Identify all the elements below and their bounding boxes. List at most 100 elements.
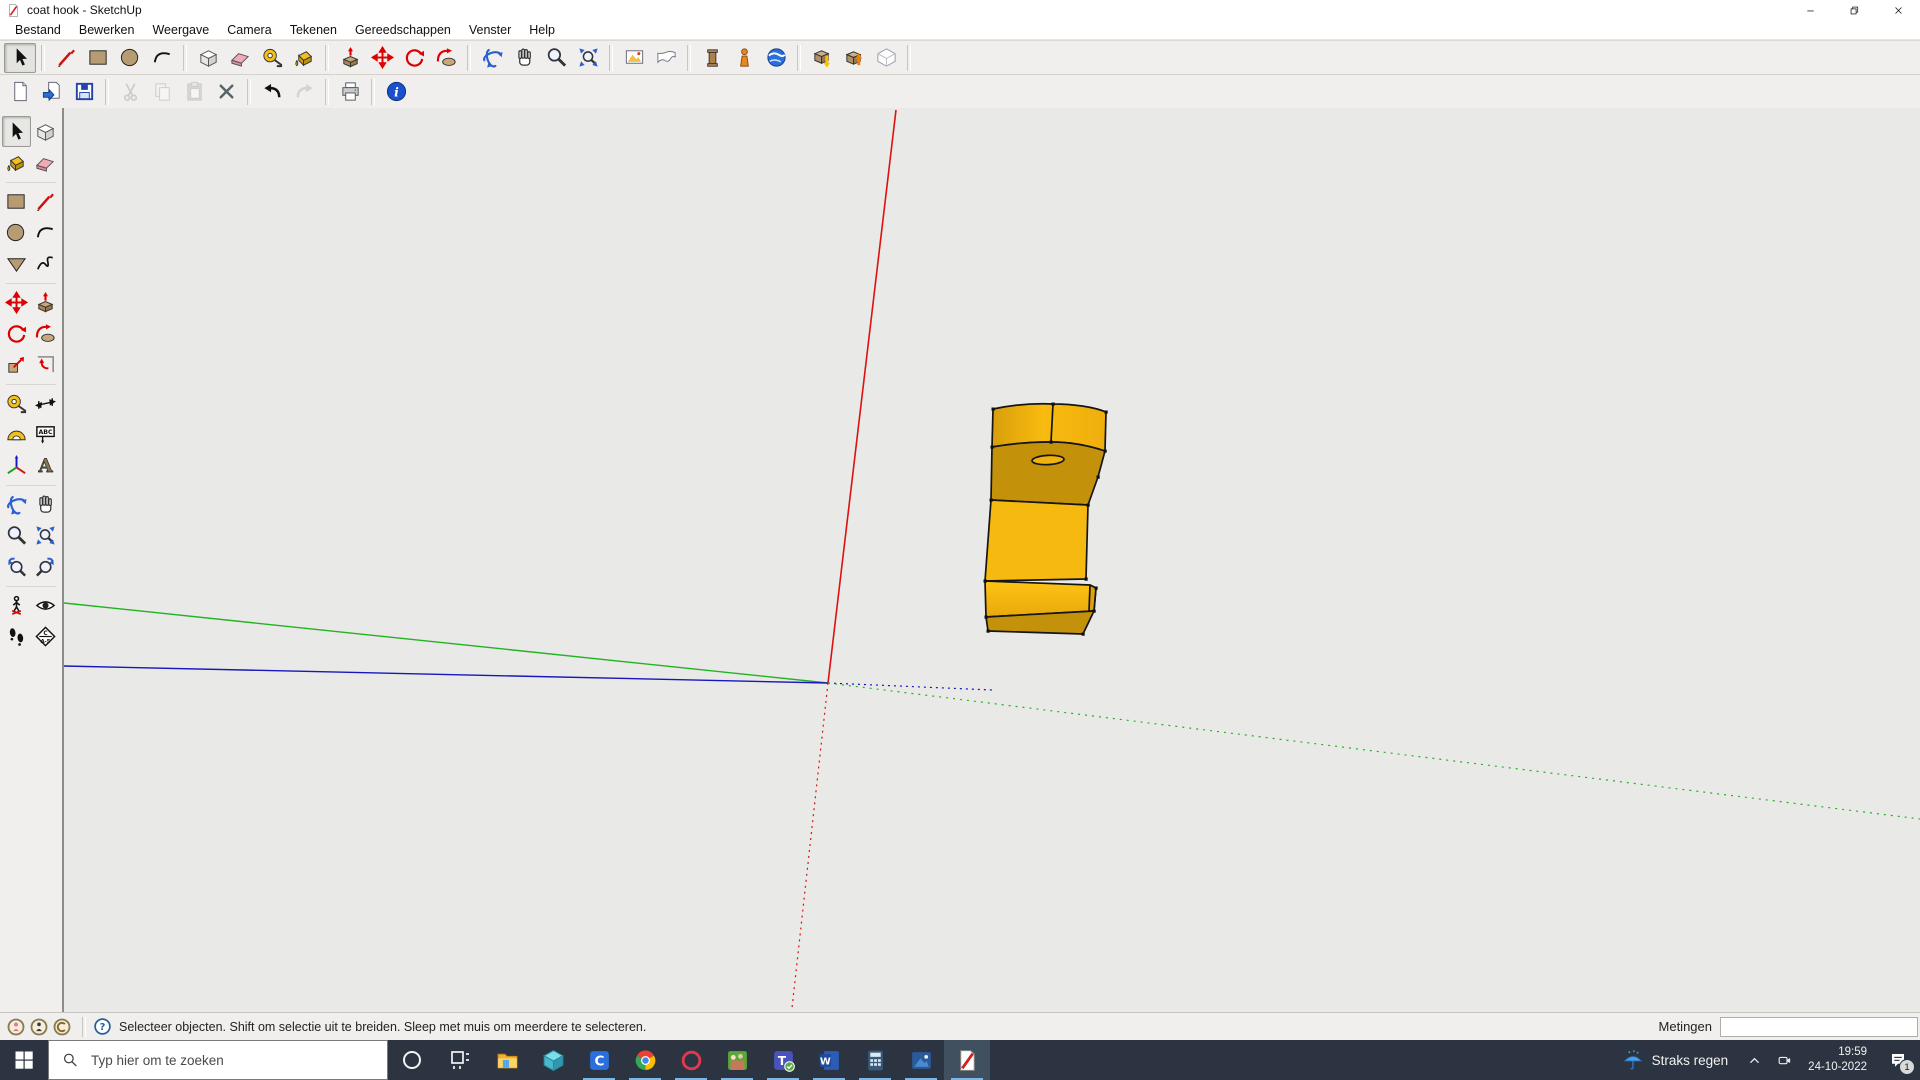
google-earth-button[interactable] <box>760 43 792 73</box>
close-button[interactable] <box>1876 0 1920 20</box>
rotate-tool-button[interactable] <box>2 318 31 349</box>
scale-tool-button[interactable] <box>2 349 31 380</box>
taskbar-app-sims[interactable] <box>714 1040 760 1080</box>
line-button[interactable] <box>50 43 82 73</box>
next-view-tool-button[interactable] <box>31 551 60 582</box>
zoom-button[interactable] <box>540 43 572 73</box>
paste-button[interactable] <box>178 77 210 107</box>
task-view-button[interactable] <box>436 1040 484 1080</box>
follow-me-button[interactable] <box>430 43 462 73</box>
menu-weergave[interactable]: Weergave <box>143 23 218 37</box>
help-icon[interactable] <box>93 1017 112 1036</box>
dimension-tool-button[interactable] <box>31 388 60 419</box>
zoom-extents-tool-button[interactable] <box>31 520 60 551</box>
tape-measure-tool-button[interactable] <box>2 388 31 419</box>
copy-button[interactable] <box>146 77 178 107</box>
restore-button[interactable] <box>1832 0 1876 20</box>
text-tool-button[interactable] <box>31 419 60 450</box>
position-camera-tool-button[interactable] <box>2 590 31 621</box>
model-coat-hook[interactable] <box>984 403 1108 636</box>
move-button[interactable] <box>366 43 398 73</box>
action-center-button[interactable]: 1 <box>1876 1040 1920 1080</box>
drawing-canvas[interactable] <box>64 108 1920 1012</box>
measurements-input[interactable] <box>1720 1017 1918 1037</box>
print-button[interactable] <box>334 77 366 107</box>
make-component-button[interactable] <box>192 43 224 73</box>
polygon-tool-button[interactable] <box>2 248 31 279</box>
model-person-button[interactable] <box>728 43 760 73</box>
credits-button[interactable] <box>52 1017 72 1037</box>
select-button[interactable] <box>4 43 36 73</box>
search-input[interactable] <box>89 1052 383 1069</box>
taskbar-clock[interactable]: 19:59 24-10-2022 <box>1799 1040 1876 1080</box>
delete-button[interactable] <box>210 77 242 107</box>
menu-help[interactable]: Help <box>520 23 564 37</box>
taskbar-app-chrome[interactable] <box>622 1040 668 1080</box>
look-around-tool-button[interactable] <box>31 590 60 621</box>
walk-tool-button[interactable] <box>2 621 31 652</box>
start-button[interactable] <box>0 1040 48 1080</box>
orbit-tool-button[interactable] <box>2 489 31 520</box>
open-document-button[interactable] <box>36 77 68 107</box>
pan-tool-button[interactable] <box>31 489 60 520</box>
add-location-button[interactable] <box>618 43 650 73</box>
taskbar-app-teams[interactable] <box>760 1040 806 1080</box>
undo-button[interactable] <box>256 77 288 107</box>
eraser-button[interactable] <box>224 43 256 73</box>
zoom-tool-button[interactable] <box>2 520 31 551</box>
share-models-button[interactable] <box>838 43 870 73</box>
menu-bestand[interactable]: Bestand <box>6 23 70 37</box>
circle-button[interactable] <box>114 43 146 73</box>
taskbar-app-opera-gx[interactable] <box>668 1040 714 1080</box>
model-info-button[interactable] <box>380 77 412 107</box>
section-plane-tool-button[interactable] <box>31 621 60 652</box>
freehand-tool-button[interactable] <box>31 248 60 279</box>
taskbar-app-word[interactable] <box>806 1040 852 1080</box>
menu-camera[interactable]: Camera <box>218 23 280 37</box>
taskbar-app-cube-app[interactable] <box>530 1040 576 1080</box>
geo-location-button[interactable] <box>6 1017 26 1037</box>
toggle-terrain-button[interactable] <box>650 43 682 73</box>
get-models-button[interactable] <box>806 43 838 73</box>
arc-button[interactable] <box>146 43 178 73</box>
taskbar-search[interactable] <box>48 1040 388 1080</box>
save-button[interactable] <box>68 77 100 107</box>
new-document-button[interactable] <box>4 77 36 107</box>
taskbar-app-sketchup[interactable] <box>944 1040 990 1080</box>
taskbar-app-c-app[interactable] <box>576 1040 622 1080</box>
taskbar-app-file-explorer[interactable] <box>484 1040 530 1080</box>
follow-me-tool-button[interactable] <box>31 318 60 349</box>
menu-tekenen[interactable]: Tekenen <box>281 23 346 37</box>
weather-widget[interactable]: Straks regen <box>1611 1040 1740 1080</box>
3d-text-tool-button[interactable] <box>31 450 60 481</box>
redo-button[interactable] <box>288 77 320 107</box>
rotate-button[interactable] <box>398 43 430 73</box>
menu-venster[interactable]: Venster <box>460 23 520 37</box>
tray-overflow-button[interactable] <box>1739 1040 1769 1080</box>
previous-view-tool-button[interactable] <box>2 551 31 582</box>
push-pull-tool-button[interactable] <box>31 287 60 318</box>
new-building-button[interactable] <box>870 43 902 73</box>
orbit-button[interactable] <box>476 43 508 73</box>
photo-textures-button[interactable] <box>696 43 728 73</box>
rectangle-tool-button[interactable] <box>2 186 31 217</box>
move-tool-button[interactable] <box>2 287 31 318</box>
make-component-tool-button[interactable] <box>31 116 60 147</box>
paint-bucket-button[interactable] <box>288 43 320 73</box>
minimize-button[interactable] <box>1788 0 1832 20</box>
tape-measure-button[interactable] <box>256 43 288 73</box>
select-tool-button[interactable] <box>2 116 31 147</box>
circle-tool-button[interactable] <box>2 217 31 248</box>
taskbar-app-photos[interactable] <box>898 1040 944 1080</box>
axes-tool-button[interactable] <box>2 450 31 481</box>
eraser-tool-button[interactable] <box>31 147 60 178</box>
meet-now-button[interactable] <box>1769 1040 1799 1080</box>
taskbar-app-calculator[interactable] <box>852 1040 898 1080</box>
cut-button[interactable] <box>114 77 146 107</box>
zoom-extents-button[interactable] <box>572 43 604 73</box>
cortana-button[interactable] <box>388 1040 436 1080</box>
pan-button[interactable] <box>508 43 540 73</box>
arc-tool-button[interactable] <box>31 217 60 248</box>
claim-model-button[interactable] <box>29 1017 49 1037</box>
protractor-tool-button[interactable] <box>2 419 31 450</box>
